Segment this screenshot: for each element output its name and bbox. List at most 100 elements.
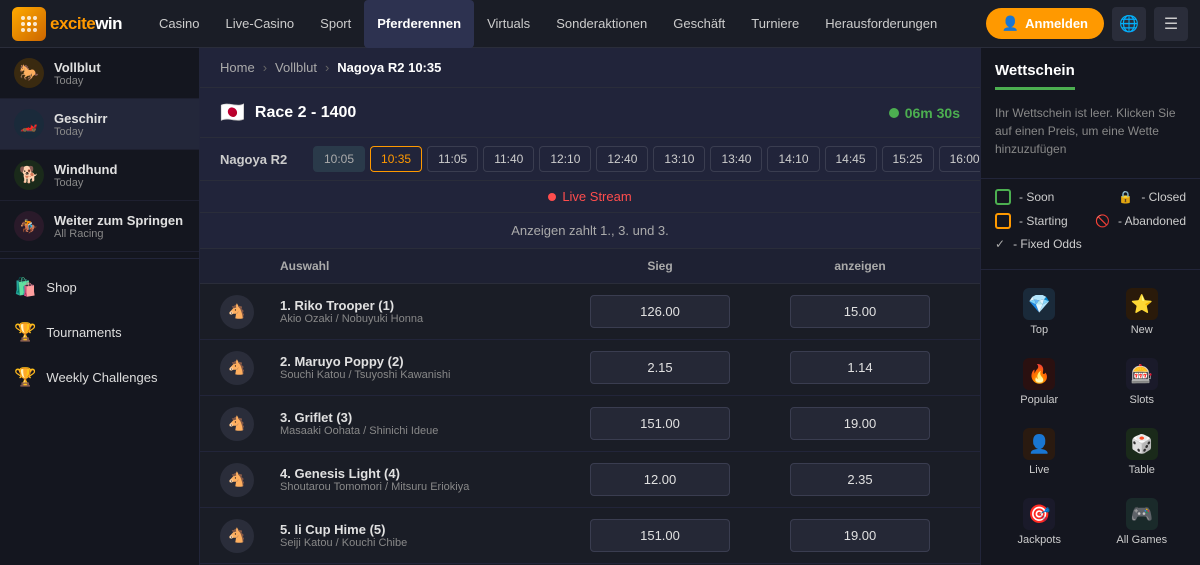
time-tab-1210[interactable]: 12:10: [539, 146, 591, 172]
sieg-btn-3[interactable]: 151.00: [590, 407, 730, 440]
legend-starting-label: - Starting: [1019, 214, 1068, 228]
horse-jockey-1: Akio Ozaki / Nobuyuki Honna: [280, 313, 560, 325]
sidebar-menu-weekly[interactable]: 🏆 Weekly Challenges: [0, 355, 199, 400]
nav-pferderennen[interactable]: Pferderennen: [364, 0, 474, 48]
weiter-label: Weiter zum SpringenAll Racing: [54, 213, 183, 240]
legend-abandoned-label: - Abandoned: [1118, 214, 1186, 228]
time-tab-1105[interactable]: 11:05: [427, 146, 478, 172]
game-all-games[interactable]: 🎮 All Games: [1094, 490, 1191, 554]
japan-flag: 🇯🇵: [220, 100, 245, 125]
nav-turniere[interactable]: Turniere: [738, 0, 812, 48]
game-slots[interactable]: 🎰 Slots: [1094, 350, 1191, 414]
horse-info-5: 5. Ii Cup Hime (5) Seiji Katou / Kouchi …: [280, 512, 560, 559]
abandoned-icon: 🚫: [1095, 214, 1110, 228]
col-auswahl: Auswahl: [280, 259, 560, 273]
anzeigen-cell-3: 19.00: [760, 407, 960, 440]
slots-icon: 🎰: [1126, 358, 1158, 390]
sidebar-menu-shop[interactable]: 🛍️ Shop: [0, 265, 199, 310]
sieg-btn-4[interactable]: 12.00: [590, 463, 730, 496]
top-nav: excitewin Casino Live-Casino Sport Pferd…: [0, 0, 1200, 48]
horse-name-1: 1. Riko Trooper (1): [280, 298, 560, 313]
right-panel: Wettschein Ihr Wettschein ist leer. Klic…: [980, 48, 1200, 565]
game-new[interactable]: ⭐ New: [1094, 280, 1191, 344]
nagoya-label: Nagoya R2: [220, 152, 300, 167]
time-tab-1525[interactable]: 15:25: [882, 146, 934, 172]
wettschein-header: Wettschein: [981, 48, 1200, 90]
time-tab-1240[interactable]: 12:40: [596, 146, 648, 172]
geschirr-icon: 🏎️: [14, 109, 44, 139]
col-sieg: Sieg: [560, 259, 760, 273]
legend-fixed-label: - Fixed Odds: [1013, 237, 1082, 251]
sidebar-item-geschirr[interactable]: 🏎️ GeschirrToday: [0, 99, 199, 150]
sidebar-menu-tournaments[interactable]: 🏆 Tournaments: [0, 310, 199, 355]
breadcrumb-vollblut[interactable]: Vollblut: [275, 60, 317, 75]
all-games-icon: 🎮: [1126, 498, 1158, 530]
time-tab-1035[interactable]: 10:35: [370, 146, 422, 172]
livestream-bar: Live Stream: [200, 181, 980, 213]
legend-fixed: ✓ - Fixed Odds: [995, 237, 1186, 251]
horse-info-3: 3. Griflet (3) Masaaki Oohata / Shinichi…: [280, 400, 560, 447]
anmelden-button[interactable]: 👤 Anmelden: [986, 8, 1104, 39]
time-tab-1340[interactable]: 13:40: [710, 146, 762, 172]
anzeigen-btn-5[interactable]: 19.00: [790, 519, 930, 552]
time-tab-1445[interactable]: 14:45: [825, 146, 877, 172]
horse-info-4: 4. Genesis Light (4) Shoutarou Tomomori …: [280, 456, 560, 503]
horse-name-3: 3. Griflet (3): [280, 410, 560, 425]
legend-starting-box: [995, 213, 1011, 229]
breadcrumb-sep1: ›: [263, 60, 267, 75]
top-icon: 💎: [1023, 288, 1055, 320]
horse-row-5: 🐴 5. Ii Cup Hime (5) Seiji Katou / Kouch…: [200, 508, 980, 564]
anzeigen-cell-4: 2.35: [760, 463, 960, 496]
nav-sport[interactable]: Sport: [307, 0, 364, 48]
game-jackpots[interactable]: 🎯 Jackpots: [991, 490, 1088, 554]
time-tab-1140[interactable]: 11:40: [483, 146, 534, 172]
game-top[interactable]: 💎 Top: [991, 280, 1088, 344]
sieg-cell-3: 151.00: [560, 407, 760, 440]
anzeigen-btn-3[interactable]: 19.00: [790, 407, 930, 440]
game-live[interactable]: 👤 Live: [991, 420, 1088, 484]
nav-virtuals[interactable]: Virtuals: [474, 0, 543, 48]
shop-label: Shop: [46, 280, 76, 295]
sidebar-item-windhund[interactable]: 🐕 WindhundToday: [0, 150, 199, 201]
nav-geschaeft[interactable]: Geschäft: [660, 0, 738, 48]
horse-avatar-2: 🐴: [220, 351, 254, 385]
sieg-btn-2[interactable]: 2.15: [590, 351, 730, 384]
logo[interactable]: excitewin: [12, 7, 122, 41]
breadcrumb-home[interactable]: Home: [220, 60, 255, 75]
horse-jockey-2: Souchi Katou / Tsuyoshi Kawanishi: [280, 369, 560, 381]
time-tab-1310[interactable]: 13:10: [653, 146, 705, 172]
wettschein-tab: Wettschein: [995, 62, 1075, 90]
horse-row-3: 🐴 3. Griflet (3) Masaaki Oohata / Shinic…: [200, 396, 980, 452]
lang-button[interactable]: 🌐: [1112, 7, 1146, 41]
jackpots-icon: 🎯: [1023, 498, 1055, 530]
anzeigen-text: Anzeigen zahlt 1., 3. und 3.: [511, 223, 669, 238]
livestream-btn[interactable]: Live Stream: [548, 189, 631, 204]
nav-sonderaktionen[interactable]: Sonderaktionen: [543, 0, 660, 48]
horse-row-2: 🐴 2. Maruyo Poppy (2) Souchi Katou / Tsu…: [200, 340, 980, 396]
sieg-cell-5: 151.00: [560, 519, 760, 552]
main-content: Home › Vollblut › Nagoya R2 10:35 🇯🇵 Rac…: [200, 48, 980, 565]
sidebar-item-vollblut[interactable]: 🐎 VollblutToday: [0, 48, 199, 99]
time-tab-1410[interactable]: 14:10: [767, 146, 819, 172]
anzeigen-btn-4[interactable]: 2.35: [790, 463, 930, 496]
time-tab-1005[interactable]: 10:05: [313, 146, 365, 172]
game-popular[interactable]: 🔥 Popular: [991, 350, 1088, 414]
anzeigen-btn-1[interactable]: 15.00: [790, 295, 930, 328]
time-tab-1600[interactable]: 16:00: [939, 146, 980, 172]
game-table[interactable]: 🎲 Table: [1094, 420, 1191, 484]
nav-live-casino[interactable]: Live-Casino: [213, 0, 308, 48]
sidebar-item-weiter[interactable]: 🏇 Weiter zum SpringenAll Racing: [0, 201, 199, 252]
horse-avatar-5: 🐴: [220, 519, 254, 553]
nav-casino[interactable]: Casino: [146, 0, 212, 48]
sieg-btn-5[interactable]: 151.00: [590, 519, 730, 552]
menu-button[interactable]: ☰: [1154, 7, 1188, 41]
anzeigen-btn-2[interactable]: 1.14: [790, 351, 930, 384]
main-layout: 🐎 VollblutToday 🏎️ GeschirrToday 🐕 Windh…: [0, 48, 1200, 565]
nav-herausforderungen[interactable]: Herausforderungen: [812, 0, 950, 48]
sieg-btn-1[interactable]: 126.00: [590, 295, 730, 328]
vollblut-label: VollblutToday: [54, 60, 101, 87]
horse-info-1: 1. Riko Trooper (1) Akio Ozaki / Nobuyuk…: [280, 288, 560, 335]
anzeigen-cell-1: 15.00: [760, 295, 960, 328]
live-label: Live: [1029, 464, 1049, 476]
breadcrumb-current: Nagoya R2 10:35: [337, 60, 441, 75]
